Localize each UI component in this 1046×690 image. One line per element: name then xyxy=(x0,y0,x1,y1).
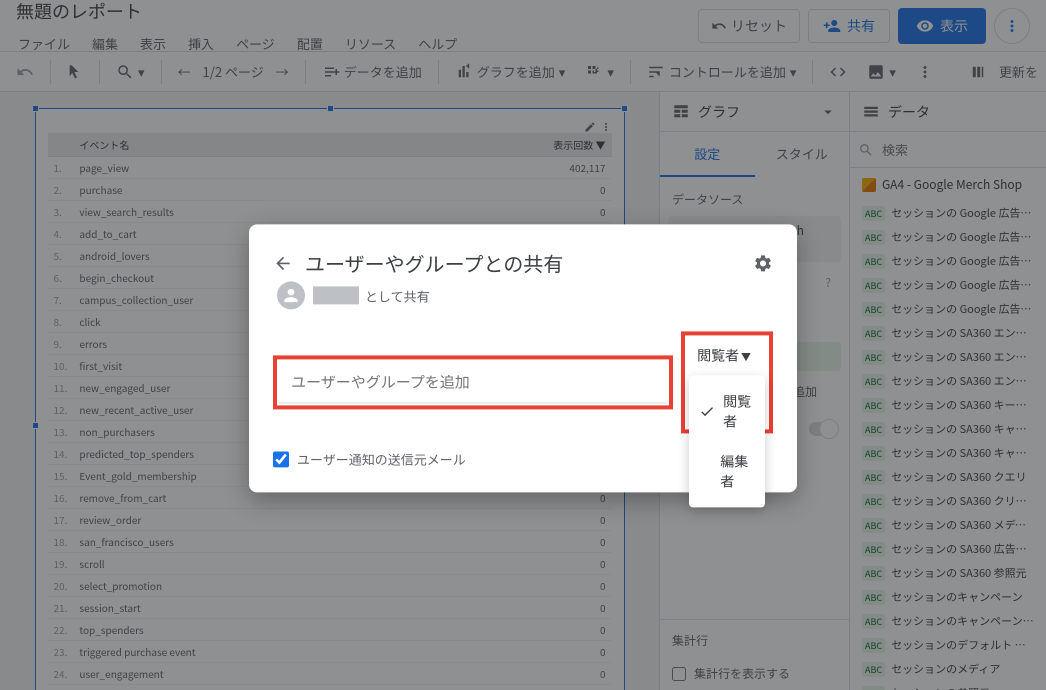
add-people-input[interactable] xyxy=(279,361,667,403)
role-viewer-label: 閲覧者 xyxy=(723,391,751,431)
share-as-text: として共有 xyxy=(313,286,430,305)
role-option-viewer[interactable]: 閲覧者 xyxy=(689,381,765,441)
share-modal: ユーザーやグループとの共有 として共有 閲覧者 ▼ 閲覧者 xyxy=(249,224,797,492)
role-select[interactable]: 閲覧者 ▼ xyxy=(693,339,761,371)
role-dropdown: 閲覧者 編集者 xyxy=(689,375,765,507)
notify-checkbox[interactable] xyxy=(273,451,289,467)
role-editor-label: 編集者 xyxy=(720,451,751,491)
role-select-label: 閲覧者 xyxy=(697,345,739,365)
back-arrow-icon[interactable] xyxy=(273,253,293,273)
gear-icon[interactable] xyxy=(753,253,773,273)
avatar xyxy=(277,281,305,309)
notify-label: ユーザー通知の送信元メール xyxy=(297,449,466,468)
modal-title: ユーザーやグループとの共有 xyxy=(305,248,741,277)
role-option-editor[interactable]: 編集者 xyxy=(689,441,765,501)
check-icon xyxy=(699,403,715,419)
